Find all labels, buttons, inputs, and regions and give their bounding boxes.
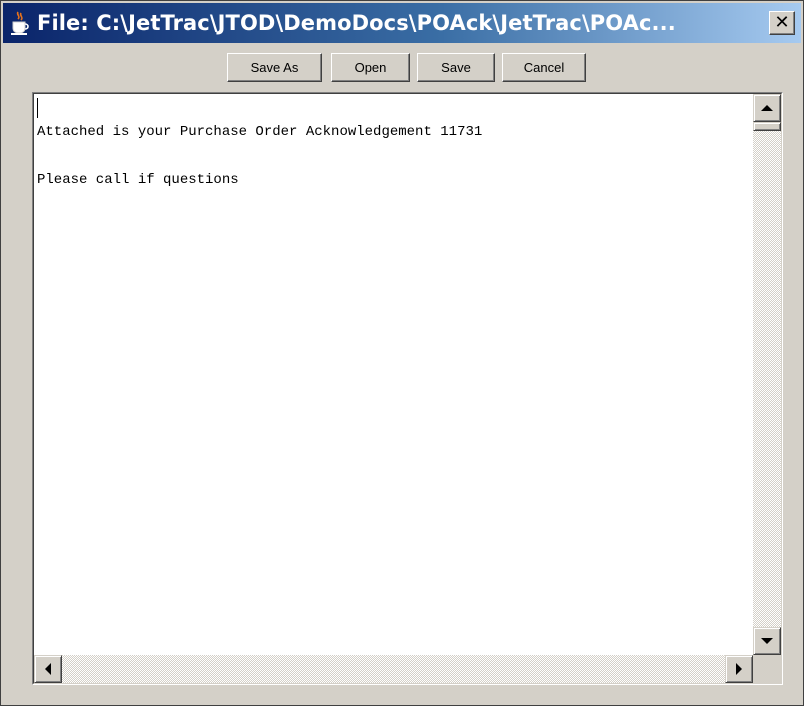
arrow-down-icon	[761, 638, 773, 644]
scroll-left-button[interactable]	[34, 655, 62, 683]
vertical-scroll-thumb[interactable]	[753, 122, 781, 131]
scrollbar-corner	[753, 655, 781, 683]
close-icon: ✕	[774, 12, 790, 33]
scroll-right-button[interactable]	[725, 655, 753, 683]
arrow-up-icon	[761, 105, 773, 111]
text-editor: Attached is your Purchase Order Acknowle…	[32, 92, 783, 685]
text-area[interactable]: Attached is your Purchase Order Acknowle…	[36, 96, 753, 656]
arrow-right-icon	[736, 663, 742, 675]
document-line: Attached is your Purchase Order Acknowle…	[37, 124, 483, 140]
document-line: Please call if questions	[37, 172, 239, 188]
java-coffee-cup-icon	[9, 10, 31, 36]
close-button[interactable]: ✕	[769, 11, 795, 35]
open-button[interactable]: Open	[331, 53, 410, 82]
scroll-down-button[interactable]	[753, 627, 781, 655]
toolbar: Save As Open Save Cancel	[1, 53, 803, 85]
arrow-left-icon	[45, 663, 51, 675]
text-editor-frame: Attached is your Purchase Order Acknowle…	[33, 93, 782, 684]
text-caret	[37, 98, 38, 118]
scroll-up-button[interactable]	[753, 94, 781, 122]
vertical-scrollbar[interactable]	[753, 94, 781, 655]
horizontal-scrollbar[interactable]	[34, 655, 753, 683]
editor-window: File: C:\JetTrac\JTOD\DemoDocs\POAck\Jet…	[0, 0, 804, 706]
window-title: File: C:\JetTrac\JTOD\DemoDocs\POAck\Jet…	[37, 11, 676, 35]
cancel-button[interactable]: Cancel	[502, 53, 586, 82]
save-as-button[interactable]: Save As	[227, 53, 322, 82]
save-button[interactable]: Save	[417, 53, 495, 82]
title-bar[interactable]: File: C:\JetTrac\JTOD\DemoDocs\POAck\Jet…	[3, 3, 801, 43]
